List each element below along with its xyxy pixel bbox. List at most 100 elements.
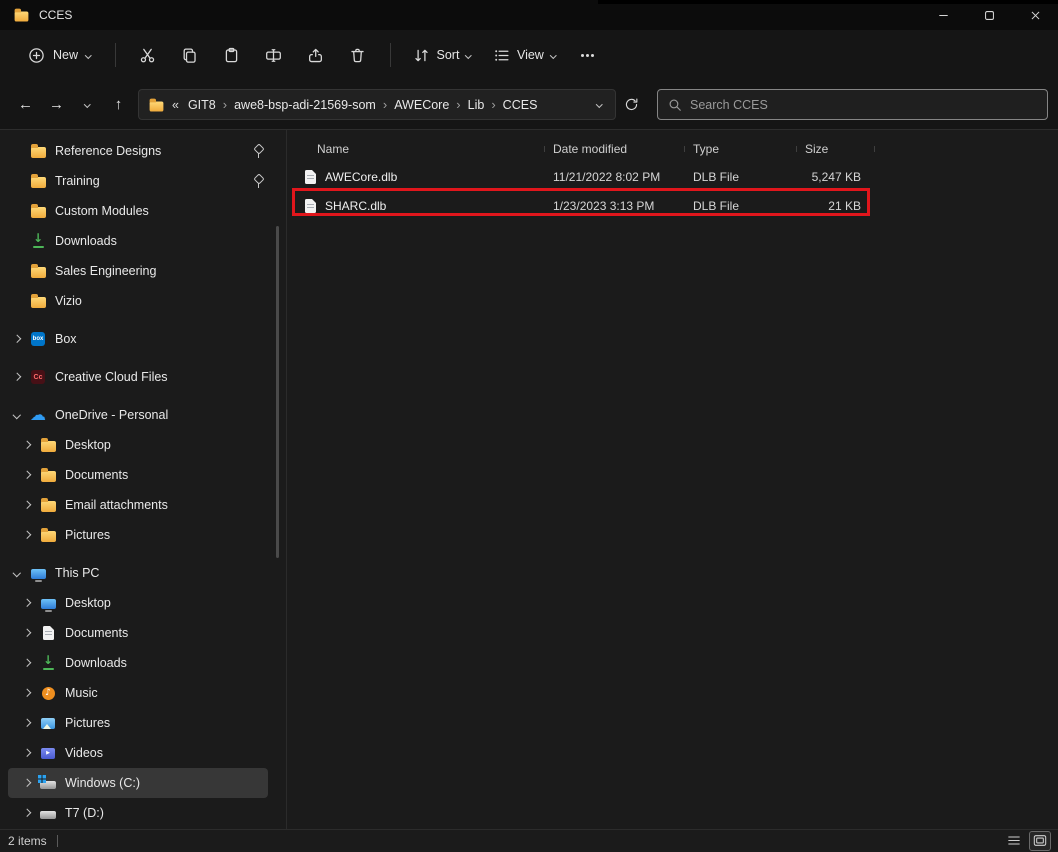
chevron-right-icon[interactable] xyxy=(18,600,36,606)
column-header-name[interactable]: Name xyxy=(297,142,545,156)
sidebar-item-sales-engineering[interactable]: Sales Engineering xyxy=(8,256,268,286)
drive-icon xyxy=(40,811,56,819)
window-title: CCES xyxy=(39,8,72,22)
sidebar-item-onedrive-documents[interactable]: Documents xyxy=(8,460,268,490)
sidebar-item-onedrive-pictures[interactable]: Pictures xyxy=(8,520,268,550)
creative-cloud-icon xyxy=(31,370,45,384)
delete-button[interactable] xyxy=(338,38,378,72)
chevron-right-icon[interactable] xyxy=(8,374,26,380)
back-button[interactable]: ← xyxy=(10,89,41,120)
minimize-icon xyxy=(936,8,951,23)
sidebar-item-downloads-thispc[interactable]: Downloads xyxy=(8,648,268,678)
recent-locations-button[interactable] xyxy=(72,89,103,120)
column-header-size[interactable]: Size xyxy=(797,142,875,156)
new-button[interactable]: New xyxy=(16,39,103,72)
search-box[interactable] xyxy=(657,89,1048,120)
breadcrumb-segment[interactable]: AWECore xyxy=(389,98,454,112)
chevron-right-icon[interactable] xyxy=(18,472,36,478)
copy-button[interactable] xyxy=(170,38,210,72)
sidebar-item-training[interactable]: Training xyxy=(8,166,268,196)
search-input[interactable] xyxy=(690,98,1037,112)
trash-icon xyxy=(349,47,366,64)
box-icon xyxy=(31,332,45,346)
file-row-awecore[interactable]: AWECore.dlb 11/21/2022 8:02 PM DLB File … xyxy=(297,162,1058,191)
sidebar-item-windows-c[interactable]: Windows (C:) xyxy=(8,768,268,798)
sidebar-item-videos[interactable]: Videos xyxy=(8,738,268,768)
sidebar-item-music[interactable]: Music xyxy=(8,678,268,708)
paste-button[interactable] xyxy=(212,38,252,72)
sidebar-item-reference-designs[interactable]: Reference Designs xyxy=(8,136,268,166)
chevron-right-icon[interactable] xyxy=(18,690,36,696)
sidebar-item-documents[interactable]: Documents xyxy=(8,618,268,648)
sidebar-item-pictures[interactable]: Pictures xyxy=(8,708,268,738)
chevron-right-icon[interactable] xyxy=(18,630,36,636)
chevron-down-icon xyxy=(550,52,556,58)
sidebar-item-creative-cloud-files[interactable]: Creative Cloud Files xyxy=(8,362,268,392)
breadcrumb-segment[interactable]: GIT8 xyxy=(183,98,221,112)
view-button-label: View xyxy=(517,48,544,62)
file-icon xyxy=(305,170,316,184)
search-icon xyxy=(668,98,682,112)
chevron-right-icon[interactable] xyxy=(18,780,36,786)
column-header-date-modified[interactable]: Date modified xyxy=(545,142,685,156)
chevron-right-icon[interactable] xyxy=(18,750,36,756)
view-button[interactable]: View xyxy=(483,39,565,72)
sidebar-scrollbar[interactable] xyxy=(276,226,279,558)
chevron-right-icon[interactable] xyxy=(18,502,36,508)
refresh-button[interactable] xyxy=(616,89,647,120)
file-size: 21 KB xyxy=(797,199,875,213)
sidebar-item-downloads[interactable]: Downloads xyxy=(8,226,268,256)
thumbnail-view-button[interactable] xyxy=(1030,832,1050,850)
chevron-down-icon[interactable] xyxy=(8,570,26,576)
chevron-right-icon[interactable] xyxy=(18,532,36,538)
chevron-right-icon[interactable] xyxy=(8,336,26,342)
window-controls xyxy=(920,0,1058,30)
minimize-button[interactable] xyxy=(920,0,966,30)
sidebar-item-t7-d[interactable]: T7 (D:) xyxy=(8,798,268,828)
chevron-right-icon[interactable] xyxy=(18,810,36,816)
up-button[interactable]: ↑ xyxy=(103,89,134,120)
sidebar-item-onedrive-desktop[interactable]: Desktop xyxy=(8,430,268,460)
address-dropdown-button[interactable] xyxy=(593,98,606,111)
sidebar-item-vizio[interactable]: Vizio xyxy=(8,286,268,316)
refresh-icon xyxy=(624,97,639,112)
share-button[interactable] xyxy=(296,38,336,72)
maximize-button[interactable] xyxy=(966,0,1012,30)
breadcrumb-segment-current[interactable]: CCES xyxy=(498,98,543,112)
chevron-down-icon xyxy=(466,52,472,58)
sidebar-item-email-attachments[interactable]: Email attachments xyxy=(8,490,268,520)
file-row-sharc[interactable]: SHARC.dlb 1/23/2023 3:13 PM DLB File 21 … xyxy=(297,191,1058,220)
thumbnail-view-icon xyxy=(1033,834,1047,847)
plus-circle-icon xyxy=(28,47,45,64)
column-header-type[interactable]: Type xyxy=(685,142,797,156)
sort-arrows-icon xyxy=(413,47,430,64)
sidebar-item-onedrive-personal[interactable]: OneDrive - Personal xyxy=(8,400,268,430)
folder-icon xyxy=(41,531,56,542)
chevron-right-icon[interactable] xyxy=(18,720,36,726)
address-bar[interactable]: « GIT8 › awe8-bsp-adi-21569-som › AWECor… xyxy=(138,89,616,120)
sidebar-item-box[interactable]: Box xyxy=(8,324,268,354)
chevron-right-icon[interactable] xyxy=(18,660,36,666)
details-view-button[interactable] xyxy=(1004,832,1024,850)
folder-icon xyxy=(41,441,56,452)
file-type: DLB File xyxy=(685,199,797,213)
file-date-modified: 1/23/2023 3:13 PM xyxy=(545,199,685,213)
cut-button[interactable] xyxy=(128,38,168,72)
chevron-down-icon[interactable] xyxy=(8,412,26,418)
more-options-button[interactable] xyxy=(567,38,607,72)
forward-button[interactable]: → xyxy=(41,89,72,120)
folder-icon xyxy=(31,267,46,278)
breadcrumb-segment[interactable]: awe8-bsp-adi-21569-som xyxy=(229,98,381,112)
screen-edge-artifact xyxy=(598,0,1058,4)
sidebar-item-custom-modules[interactable]: Custom Modules xyxy=(8,196,268,226)
folder-icon xyxy=(15,11,29,21)
rename-button[interactable] xyxy=(254,38,294,72)
chevron-down-icon xyxy=(596,101,602,107)
breadcrumb-overflow[interactable]: « xyxy=(170,98,183,112)
breadcrumb-segment[interactable]: Lib xyxy=(463,98,490,112)
sort-button[interactable]: Sort xyxy=(403,39,481,72)
sidebar-item-desktop[interactable]: Desktop xyxy=(8,588,268,618)
chevron-right-icon[interactable] xyxy=(18,442,36,448)
close-button[interactable] xyxy=(1012,0,1058,30)
sidebar-item-this-pc[interactable]: This PC xyxy=(8,558,268,588)
